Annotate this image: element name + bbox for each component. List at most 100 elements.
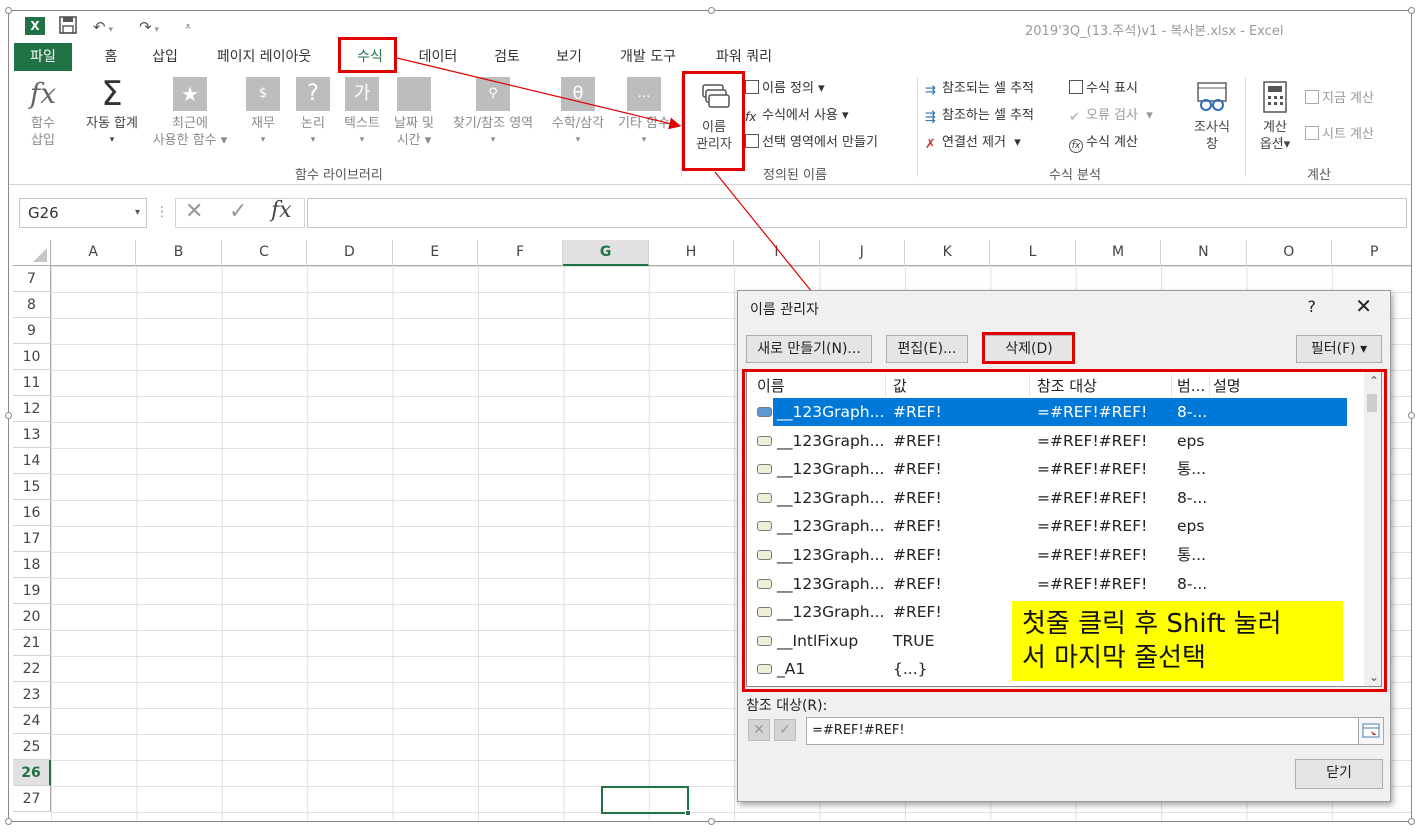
column-header[interactable]: L <box>990 240 1076 266</box>
row-header[interactable]: 20 <box>13 604 51 630</box>
column-header-refers-to[interactable]: 참조 대상 <box>1037 375 1097 396</box>
column-header[interactable]: K <box>905 240 991 266</box>
ref-cancel-icon[interactable]: ✕ <box>748 719 770 741</box>
row-header[interactable]: 24 <box>13 708 51 734</box>
column-header[interactable]: M <box>1076 240 1162 266</box>
remove-arrows-button[interactable]: ✗ 연결선 제거 ▾ <box>925 133 1021 153</box>
row-header[interactable]: 7 <box>13 266 51 292</box>
column-header[interactable]: P <box>1332 240 1411 266</box>
insert-function-fx-icon[interactable]: fx <box>271 198 292 223</box>
column-header[interactable]: F <box>478 240 564 266</box>
column-header[interactable]: C <box>222 240 308 266</box>
select-all-corner[interactable] <box>13 240 51 266</box>
trace-precedents-button[interactable]: ⇉ 참조되는 셀 추적 <box>925 79 1034 99</box>
more-functions-button[interactable]: … 기타 함수 ▾ <box>613 77 675 149</box>
use-in-formula-button[interactable]: fx 수식에서 사용 ▾ <box>745 106 849 126</box>
list-scrollbar[interactable]: ⌃ ⌄ <box>1364 372 1381 686</box>
create-from-selection-button[interactable]: 선택 영역에서 만들기 <box>745 133 878 153</box>
column-header[interactable]: E <box>393 240 478 266</box>
column-header[interactable]: N <box>1161 240 1247 266</box>
row-header[interactable]: 9 <box>13 318 51 344</box>
close-icon[interactable]: ✕ <box>1355 294 1372 318</box>
define-name-button[interactable]: 이름 정의 ▾ <box>745 79 825 99</box>
show-formulas-button[interactable]: 수식 표시 <box>1069 79 1138 99</box>
collapse-dialog-icon[interactable] <box>1358 717 1384 745</box>
error-checking-button[interactable]: ✔ 오류 검사 ▾ <box>1069 106 1153 126</box>
name-manager-button[interactable]: 이름 관리자 <box>687 81 741 153</box>
math-button[interactable]: θ 수학/삼각 ▾ <box>543 77 613 149</box>
tab-power-query[interactable]: 파워 쿼리 <box>709 43 779 71</box>
name-list-row[interactable]: __123Graph... #REF! =#REF!#REF! 통... <box>747 541 1367 570</box>
row-header[interactable]: 25 <box>13 734 51 760</box>
tab-home[interactable]: 홈 <box>97 43 125 71</box>
column-header-value[interactable]: 값 <box>893 375 907 396</box>
datetime-button[interactable]: 날짜 및 시간 ▾ <box>387 77 441 149</box>
column-header[interactable]: J <box>820 240 905 266</box>
tab-formulas[interactable]: 수식 <box>345 43 395 71</box>
autosum-button[interactable]: Σ 자동 합계 ▾ <box>77 77 147 149</box>
row-header[interactable]: 14 <box>13 448 51 474</box>
financial-button[interactable]: $ 재무 ▾ <box>241 77 285 149</box>
customize-icon[interactable]: ⩡ <box>185 16 191 38</box>
calculate-now-button[interactable]: 지금 계산 <box>1305 89 1374 109</box>
column-header[interactable]: I <box>734 240 820 266</box>
tab-developer[interactable]: 개발 도구 <box>613 43 683 71</box>
name-box[interactable]: G26 ▾ <box>19 198 147 228</box>
row-header[interactable]: 22 <box>13 656 51 682</box>
tab-review[interactable]: 검토 <box>487 43 527 71</box>
row-header[interactable]: 13 <box>13 422 51 448</box>
row-header[interactable]: 12 <box>13 396 51 422</box>
watch-window-button[interactable]: 조사식 창 <box>1185 81 1239 153</box>
undo-icon[interactable]: ↶ ▾ <box>93 16 113 38</box>
row-header[interactable]: 8 <box>13 292 51 318</box>
row-header[interactable]: 15 <box>13 474 51 500</box>
row-header[interactable]: 11 <box>13 370 51 396</box>
new-name-button[interactable]: 새로 만들기(N)... <box>746 335 872 363</box>
close-button[interactable]: 닫기 <box>1295 759 1383 789</box>
scroll-down-icon[interactable]: ⌄ <box>1369 670 1379 684</box>
column-header[interactable]: B <box>136 240 222 266</box>
column-header[interactable]: H <box>649 240 735 266</box>
column-header[interactable]: O <box>1247 240 1332 266</box>
column-header-comment[interactable]: 설명 <box>1213 375 1241 396</box>
row-header[interactable]: 17 <box>13 526 51 552</box>
calculation-options-button[interactable]: 계산 옵션▾ <box>1251 81 1299 153</box>
redo-icon[interactable]: ↷ ▾ <box>139 16 159 38</box>
row-header[interactable]: 16 <box>13 500 51 526</box>
active-cell[interactable] <box>601 786 691 816</box>
edit-name-button[interactable]: 편집(E)... <box>886 335 968 363</box>
tab-insert[interactable]: 삽입 <box>145 43 185 71</box>
calculate-sheet-button[interactable]: 시트 계산 <box>1305 125 1374 145</box>
name-list-row[interactable]: __123Graph... #REF! =#REF!#REF! 8-... <box>747 398 1367 427</box>
name-box-dropdown-icon[interactable]: ▾ <box>135 199 140 227</box>
insert-function-button[interactable]: fx 함수 삽입 <box>21 77 65 149</box>
name-list-row[interactable]: __123Graph... #REF! =#REF!#REF! 8-... <box>747 570 1367 599</box>
trace-dependents-button[interactable]: ⇶ 참조하는 셀 추적 <box>925 106 1034 126</box>
delete-name-button[interactable]: 삭제(D) <box>984 335 1074 363</box>
fill-handle[interactable] <box>685 810 691 816</box>
logical-button[interactable]: ? 논리 ▾ <box>291 77 335 149</box>
column-header[interactable]: D <box>307 240 393 266</box>
formula-input[interactable] <box>307 198 1407 228</box>
tab-file[interactable]: 파일 <box>14 43 72 71</box>
column-header-name[interactable]: 이름 <box>757 375 785 396</box>
refers-to-input[interactable]: =#REF!#REF! <box>806 717 1360 745</box>
row-header[interactable]: 27 <box>13 786 51 812</box>
evaluate-formula-button[interactable]: fx 수식 계산 <box>1069 133 1138 153</box>
name-list-row[interactable]: __123Graph... #REF! =#REF!#REF! 8-... <box>747 484 1367 513</box>
tab-view[interactable]: 보기 <box>549 43 589 71</box>
ref-confirm-icon[interactable]: ✓ <box>774 719 796 741</box>
row-header[interactable]: 26 <box>13 760 51 786</box>
scroll-up-icon[interactable]: ⌃ <box>1369 374 1379 388</box>
row-header[interactable]: 21 <box>13 630 51 656</box>
text-button[interactable]: 가 텍스트 ▾ <box>339 77 385 149</box>
row-header[interactable]: 23 <box>13 682 51 708</box>
enter-icon[interactable]: ✓ <box>229 199 247 224</box>
tab-page-layout[interactable]: 페이지 레이아웃 <box>209 43 319 71</box>
row-header[interactable]: 18 <box>13 552 51 578</box>
row-header[interactable]: 10 <box>13 344 51 370</box>
name-list-row[interactable]: __123Graph... #REF! =#REF!#REF! eps <box>747 512 1367 541</box>
column-header[interactable]: G <box>563 240 649 266</box>
column-header[interactable]: A <box>51 240 137 266</box>
row-header[interactable]: 19 <box>13 578 51 604</box>
